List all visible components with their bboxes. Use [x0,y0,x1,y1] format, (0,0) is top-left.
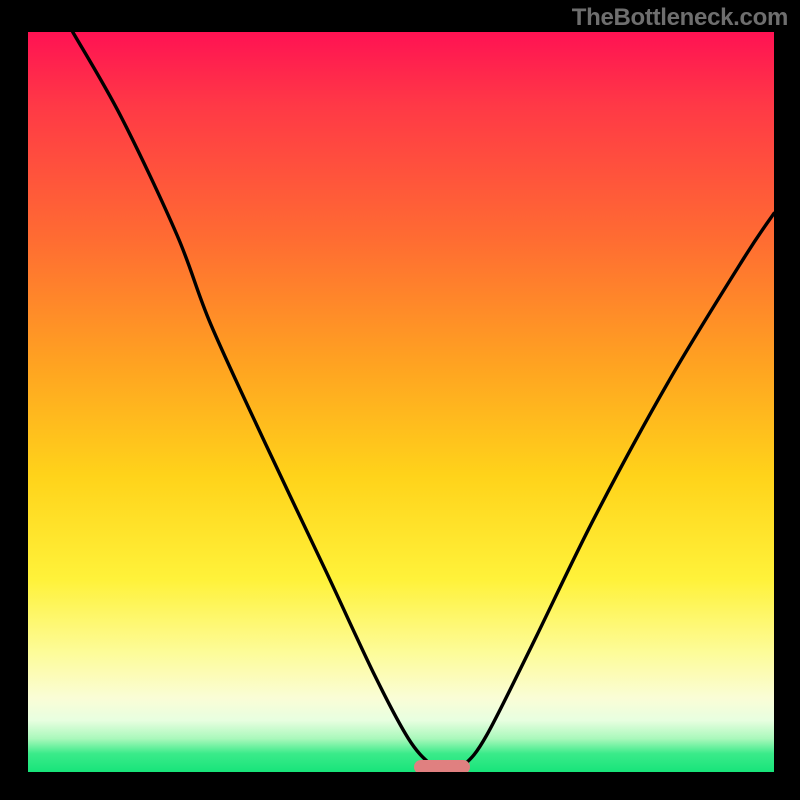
watermark-text: TheBottleneck.com [572,4,788,32]
plot-area [28,32,774,772]
bottleneck-curve [28,32,774,772]
minimum-marker [414,760,470,772]
chart-container: TheBottleneck.com [0,0,800,800]
